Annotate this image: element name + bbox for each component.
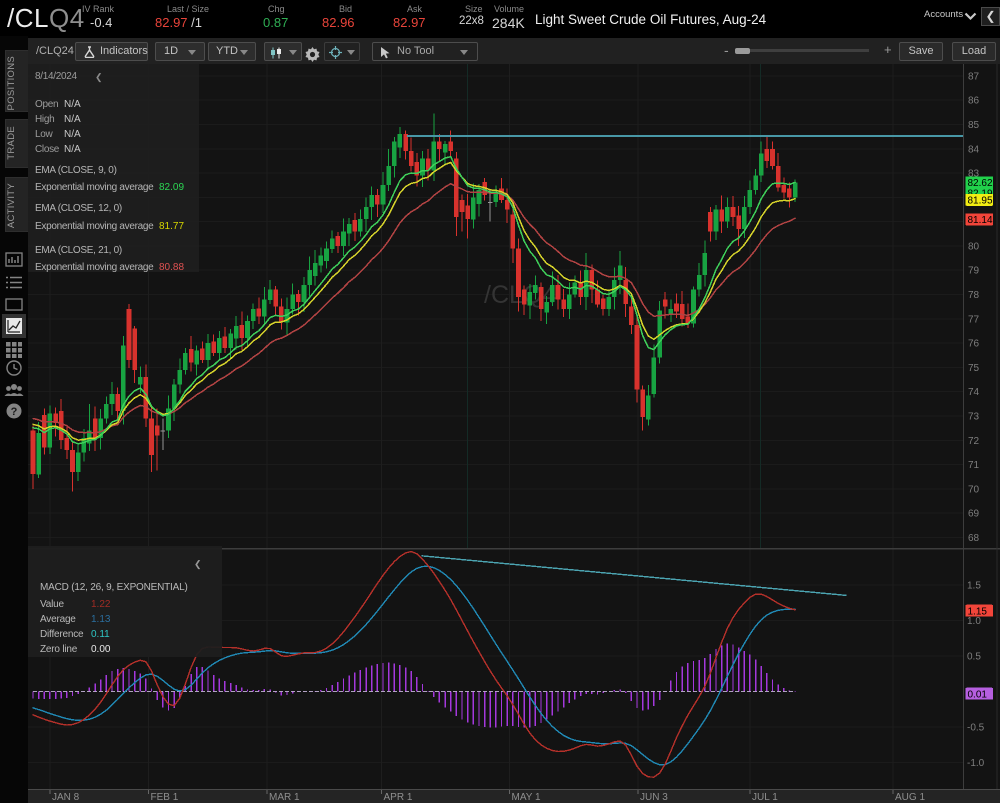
svg-text:72: 72 xyxy=(968,436,980,447)
svg-text:79: 79 xyxy=(968,266,980,277)
svg-text:MAY 1: MAY 1 xyxy=(512,792,542,803)
svg-text:JUL 1: JUL 1 xyxy=(752,792,778,803)
svg-text:1.5: 1.5 xyxy=(967,581,981,592)
svg-text:85: 85 xyxy=(968,120,980,131)
svg-text:0.5: 0.5 xyxy=(967,652,981,663)
svg-text:71: 71 xyxy=(968,460,980,471)
svg-text:78: 78 xyxy=(968,290,980,301)
svg-text:84: 84 xyxy=(968,144,980,155)
svg-text:68: 68 xyxy=(968,533,980,544)
svg-text:76: 76 xyxy=(968,339,980,350)
svg-text:82.62: 82.62 xyxy=(968,178,993,189)
svg-text:0.01: 0.01 xyxy=(968,689,988,700)
svg-text:MAR 1: MAR 1 xyxy=(269,792,300,803)
svg-text:69: 69 xyxy=(968,509,980,520)
svg-text:86: 86 xyxy=(968,96,980,107)
svg-text:APR 1: APR 1 xyxy=(384,792,413,803)
svg-text:74: 74 xyxy=(968,387,980,398)
svg-text:77: 77 xyxy=(968,314,980,325)
svg-text:-1.0: -1.0 xyxy=(967,758,985,769)
svg-text:70: 70 xyxy=(968,484,980,495)
svg-text:1.0: 1.0 xyxy=(967,616,981,627)
svg-text:81.14: 81.14 xyxy=(968,215,993,226)
svg-text:75: 75 xyxy=(968,363,980,374)
svg-text:AUG 1: AUG 1 xyxy=(895,792,925,803)
svg-text:JAN 8: JAN 8 xyxy=(52,792,80,803)
svg-text:JUN 3: JUN 3 xyxy=(640,792,668,803)
svg-text:?: ? xyxy=(11,406,18,418)
svg-text:-0.5: -0.5 xyxy=(967,723,985,734)
svg-text:FEB 1: FEB 1 xyxy=(151,792,179,803)
svg-text:87: 87 xyxy=(968,71,980,82)
svg-text:1.15: 1.15 xyxy=(968,606,988,617)
svg-text:73: 73 xyxy=(968,412,980,423)
svg-text:80: 80 xyxy=(968,241,980,252)
svg-text:81.95: 81.95 xyxy=(968,195,993,206)
